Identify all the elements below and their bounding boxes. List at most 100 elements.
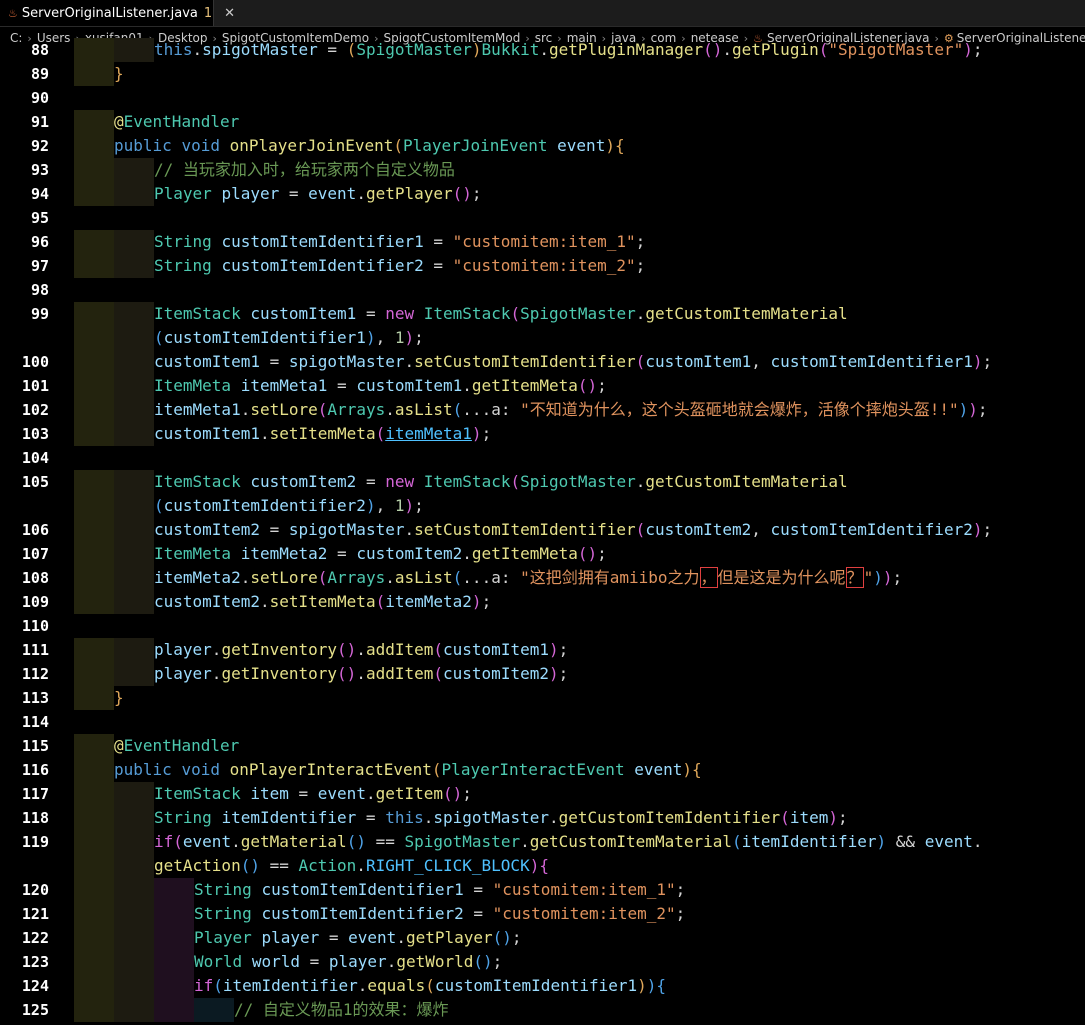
code-token: customItem2 xyxy=(250,472,357,491)
code-line[interactable]: 113} xyxy=(0,686,1085,710)
code-token: ...a: xyxy=(462,400,521,419)
code-token: ItemStack xyxy=(154,472,241,491)
line-number: 109 xyxy=(21,593,49,611)
code-token: spigotMaster xyxy=(202,40,318,59)
code-line[interactable]: 124 if(itemIdentifier.equals(customItemId… xyxy=(0,974,1085,998)
indent-guide xyxy=(114,470,154,494)
indent-guide xyxy=(114,830,154,854)
code-line[interactable]: 96 String customItemIdentifier1 = "custom… xyxy=(0,230,1085,254)
code-line[interactable]: (customItemIdentifier1), 1); xyxy=(0,326,1085,350)
indent-guide xyxy=(114,182,154,206)
code-token: this xyxy=(154,40,193,59)
code-token: () xyxy=(703,40,723,59)
code-line[interactable]: (customItemIdentifier2), 1); xyxy=(0,494,1085,518)
code-text: } xyxy=(114,62,124,86)
indent-guide xyxy=(74,518,114,542)
code-line[interactable]: 103 customItem1.setItemMeta(itemMeta1); xyxy=(0,422,1085,446)
code-token: PlayerJoinEvent xyxy=(403,136,548,155)
code-line[interactable]: 119 if(event.getMaterial() == SpigotMaste… xyxy=(0,830,1085,854)
line-number: 104 xyxy=(21,449,49,467)
indent-guide xyxy=(74,230,114,254)
code-token: ; xyxy=(635,232,646,251)
code-token: ; xyxy=(675,880,686,899)
code-line[interactable]: 123 World world = player.getWorld(); xyxy=(0,950,1085,974)
code-token: customItemIdentifier2 xyxy=(261,904,464,923)
code-token: = xyxy=(356,304,386,323)
code-token: ; xyxy=(414,328,424,347)
code-line[interactable]: 109 customItem2.setItemMeta(itemMeta2); xyxy=(0,590,1085,614)
code-editor[interactable]: 88 this.spigotMaster = (SpigotMaster)Bukk… xyxy=(0,38,1085,1025)
code-token: getCustomItemMaterial xyxy=(529,832,733,851)
code-token: customItem2 xyxy=(154,592,260,611)
code-line[interactable]: 121 String customItemIdentifier2 = "custo… xyxy=(0,902,1085,926)
code-token: . xyxy=(520,832,530,851)
code-line[interactable]: 125 // 自定义物品1的效果：爆炸 xyxy=(0,998,1085,1022)
code-line[interactable]: 120 String customItemIdentifier1 = "custo… xyxy=(0,878,1085,902)
code-line[interactable]: 105 ItemStack customItem2 = new ItemStack… xyxy=(0,470,1085,494)
code-line[interactable]: 102 itemMeta1.setLore(Arrays.asList(...a:… xyxy=(0,398,1085,422)
code-token: customItem1 xyxy=(443,640,549,659)
code-token: World xyxy=(194,952,243,971)
code-line[interactable]: 88 this.spigotMaster = (SpigotMaster)Bukk… xyxy=(0,38,1085,62)
code-line[interactable]: 101 ItemMeta itemMeta1 = customItem1.getI… xyxy=(0,374,1085,398)
code-line[interactable]: 112 player.getInventory().addItem(customI… xyxy=(0,662,1085,686)
code-line[interactable]: 93 // 当玩家加入时，给玩家两个自定义物品 xyxy=(0,158,1085,182)
code-line[interactable]: 100 customItem1 = spigotMaster.setCustomI… xyxy=(0,350,1085,374)
code-token: = xyxy=(299,952,329,971)
code-line[interactable]: 110 xyxy=(0,614,1085,638)
line-number: 119 xyxy=(21,833,49,851)
code-token: ; xyxy=(511,928,522,947)
code-token: String xyxy=(194,904,252,923)
code-line[interactable]: 111 player.getInventory().addItem(customI… xyxy=(0,638,1085,662)
code-token: () xyxy=(473,952,493,971)
close-icon[interactable]: ✕ xyxy=(224,6,235,21)
code-line[interactable]: 91 @EventHandler xyxy=(0,110,1085,134)
code-line[interactable]: 108 itemMeta2.setLore(Arrays.asList(...a:… xyxy=(0,566,1085,590)
code-line[interactable]: 89} xyxy=(0,62,1085,86)
indent-guide xyxy=(74,662,114,686)
code-line[interactable]: 117 ItemStack item = event.getItem(); xyxy=(0,782,1085,806)
code-line[interactable]: getAction() == Action.RIGHT_CLICK_BLOCK)… xyxy=(0,854,1085,878)
code-line[interactable]: 107 ItemMeta itemMeta2 = customItem2.getI… xyxy=(0,542,1085,566)
code-line[interactable]: 118 String itemIdentifier = this.spigotMa… xyxy=(0,806,1085,830)
code-token: void xyxy=(181,760,220,779)
code-line[interactable]: 90 xyxy=(0,86,1085,110)
indent-guide xyxy=(114,590,154,614)
code-token: ) xyxy=(365,328,376,347)
code-line[interactable]: 115 @EventHandler xyxy=(0,734,1085,758)
editor-tab[interactable]: ♨ ServerOriginalListener.java 1 ✕ xyxy=(0,0,235,26)
code-token: customItemIdentifier1 xyxy=(163,328,366,347)
indent-guide xyxy=(74,422,114,446)
code-token: customItemIdentifier1 xyxy=(434,976,638,995)
code-line[interactable]: 116 public void onPlayerInteractEvent(Pla… xyxy=(0,758,1085,782)
code-token: ( xyxy=(433,640,444,659)
indent-guide xyxy=(74,470,114,494)
indent-guide xyxy=(114,38,154,62)
code-token: . xyxy=(722,40,733,59)
code-line[interactable]: 94 Player player = event.getPlayer(); xyxy=(0,182,1085,206)
code-text: this.spigotMaster = (SpigotMaster)Bukkit… xyxy=(154,38,983,62)
code-line[interactable]: 99 ItemStack customItem1 = new ItemStack(… xyxy=(0,302,1085,326)
code-token: customItem2 xyxy=(645,520,752,539)
code-token: PlayerInteractEvent xyxy=(441,760,625,779)
code-line[interactable]: 106 customItem2 = spigotMaster.setCustomI… xyxy=(0,518,1085,542)
code-line[interactable]: 122 Player player = event.getPlayer(); xyxy=(0,926,1085,950)
code-line[interactable]: 98 xyxy=(0,278,1085,302)
code-line[interactable]: 92 public void onPlayerJoinEvent(PlayerJo… xyxy=(0,134,1085,158)
code-text: customItem2.setItemMeta(itemMeta2); xyxy=(154,590,491,614)
code-line[interactable]: 114 xyxy=(0,710,1085,734)
code-line[interactable]: 97 String customItemIdentifier2 = "custom… xyxy=(0,254,1085,278)
code-token: ( xyxy=(375,424,386,443)
code-token: = xyxy=(356,472,386,491)
code-token: itemMeta1 xyxy=(240,376,328,395)
code-token: ) xyxy=(646,976,657,995)
line-number: 92 xyxy=(30,137,49,155)
code-token: new xyxy=(385,472,415,491)
code-line[interactable]: 104 xyxy=(0,446,1085,470)
code-line[interactable]: 95 xyxy=(0,206,1085,230)
code-token: ; xyxy=(471,184,482,203)
